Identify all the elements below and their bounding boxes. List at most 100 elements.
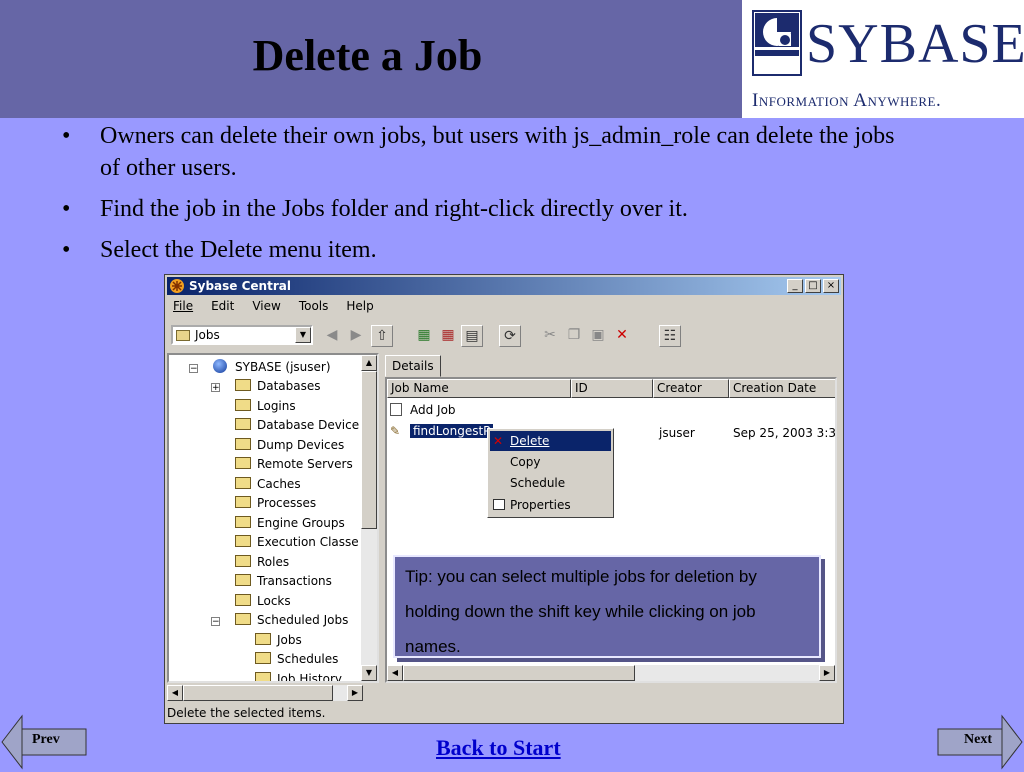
menu-file[interactable]: File <box>169 299 197 313</box>
column-header-creator[interactable]: Creator <box>653 379 729 398</box>
tree-item[interactable]: Logins <box>235 399 296 417</box>
back-to-start-link[interactable]: Back to Start <box>436 735 561 761</box>
connect-icon[interactable]: ▦ <box>413 325 435 347</box>
selected-job-name[interactable]: findLongestP <box>410 424 494 438</box>
copy-icon[interactable]: ❐ <box>563 325 585 347</box>
forward-arrow-icon[interactable]: ▶ <box>345 325 367 347</box>
tree-item[interactable]: Database Device <box>235 418 359 436</box>
scroll-thumb[interactable] <box>183 685 333 701</box>
scroll-right-icon[interactable]: ▶ <box>347 685 363 701</box>
menu-bar: File Edit View Tools Help <box>169 299 378 313</box>
delete-icon[interactable]: ✕ <box>611 325 633 347</box>
cut-icon[interactable]: ✂ <box>539 325 561 347</box>
context-menu-delete[interactable]: ✕ Delete <box>490 431 611 451</box>
window-title: Sybase Central <box>189 279 291 293</box>
folder-icon <box>176 330 190 341</box>
slide-header: Delete a Job SYBASE® Information Anywher… <box>0 0 1024 118</box>
tree-item[interactable]: Dump Devices <box>235 438 344 456</box>
tree-item[interactable]: Processes <box>235 496 316 514</box>
bullet-item: • Select the Delete menu item. <box>58 234 918 266</box>
server-icon <box>213 359 227 373</box>
window-titlebar[interactable]: Sybase Central _ □ × <box>167 277 841 295</box>
chevron-down-icon[interactable]: ▼ <box>295 327 311 343</box>
tab-details[interactable]: Details <box>385 355 441 377</box>
tree-item[interactable]: Roles <box>235 555 289 573</box>
sybase-logo: SYBASE® Information Anywhere. <box>742 0 1024 118</box>
status-bar: Delete the selected items. <box>167 706 326 720</box>
scroll-left-icon[interactable]: ◀ <box>387 665 403 681</box>
tree-item-scheduled-jobs[interactable]: Scheduled Jobs <box>235 613 348 631</box>
tree-item[interactable]: Caches <box>235 477 301 495</box>
properties-icon[interactable]: ☷ <box>659 325 681 347</box>
menu-view[interactable]: View <box>248 299 284 313</box>
tree-item[interactable]: Engine Groups <box>235 516 345 534</box>
scroll-down-icon[interactable]: ▼ <box>361 665 377 681</box>
folder-icon <box>235 496 251 508</box>
context-menu-schedule[interactable]: Schedule <box>490 473 611 493</box>
add-job-icon <box>390 403 402 416</box>
column-header-job-name[interactable]: Job Name <box>387 379 571 398</box>
tree-item[interactable]: Locks <box>235 594 291 612</box>
next-button[interactable]: Next <box>936 712 1024 772</box>
tree-item[interactable]: Execution Classe <box>235 535 359 553</box>
up-folder-icon[interactable]: ⇧ <box>371 325 393 347</box>
scroll-left-icon[interactable]: ◀ <box>167 685 183 701</box>
folder-icon <box>235 535 251 547</box>
job-icon: ✎ <box>390 424 401 438</box>
folder-icon <box>235 516 251 528</box>
folder-combo[interactable]: Jobs ▼ <box>171 325 313 345</box>
collapse-toggle[interactable]: − <box>189 364 198 374</box>
folder-icon <box>235 438 251 450</box>
console-icon[interactable]: ▤ <box>461 325 483 347</box>
scroll-right-icon[interactable]: ▶ <box>819 665 835 681</box>
scroll-thumb[interactable] <box>361 371 377 529</box>
prev-button[interactable]: Prev <box>0 712 88 772</box>
maximize-button[interactable]: □ <box>805 279 821 293</box>
tree-vertical-scrollbar[interactable]: ▲ ▼ <box>361 355 377 681</box>
column-header-id[interactable]: ID <box>571 379 653 398</box>
folder-icon <box>255 672 271 681</box>
column-header-creation-date[interactable]: Creation Date <box>729 379 835 398</box>
list-horizontal-scrollbar[interactable]: ◀ ▶ <box>387 665 835 681</box>
disconnect-icon[interactable]: ▦ <box>437 325 459 347</box>
minimize-button[interactable]: _ <box>787 279 803 293</box>
bullet-list: • Owners can delete their own jobs, but u… <box>58 120 918 275</box>
tree-item[interactable]: Remote Servers <box>235 457 353 475</box>
back-arrow-icon[interactable]: ◀ <box>321 325 343 347</box>
tree-item-sybase[interactable]: SYBASE (jsuser) <box>213 359 331 377</box>
folder-icon <box>235 613 251 625</box>
scroll-thumb[interactable] <box>403 665 635 681</box>
tree-horizontal-scrollbar[interactable]: ◀ ▶ <box>167 685 363 701</box>
folder-icon <box>235 418 251 430</box>
tree-item[interactable]: Schedules <box>255 652 338 670</box>
context-menu-properties[interactable]: Properties <box>490 495 611 515</box>
tree-item[interactable]: Transactions <box>235 574 332 592</box>
menu-tools[interactable]: Tools <box>295 299 333 313</box>
tree-item[interactable]: Databases <box>235 379 321 397</box>
collapse-toggle[interactable]: − <box>211 617 220 627</box>
tree-item[interactable]: Job History <box>255 672 342 681</box>
context-menu: ✕ Delete Copy Schedule Properties <box>487 428 614 518</box>
job-creator-cell: jsuser <box>659 426 695 440</box>
menu-edit[interactable]: Edit <box>207 299 238 313</box>
close-button[interactable]: × <box>823 279 839 293</box>
scroll-up-icon[interactable]: ▲ <box>361 355 377 371</box>
menu-help[interactable]: Help <box>342 299 377 313</box>
tip-box: Tip: you can select multiple jobs for de… <box>393 555 821 658</box>
job-creation-date-cell: Sep 25, 2003 3:32 <box>733 426 837 440</box>
folder-icon <box>255 652 271 664</box>
slide-title: Delete a Job <box>252 31 483 80</box>
tree-item-jobs[interactable]: Jobs <box>255 633 302 651</box>
folder-icon <box>235 555 251 567</box>
paste-icon[interactable]: ▣ <box>587 325 609 347</box>
bullet-dot: • <box>62 123 71 149</box>
folder-icon <box>235 477 251 489</box>
context-menu-copy[interactable]: Copy <box>490 452 611 472</box>
expand-toggle[interactable]: + <box>211 383 220 393</box>
delete-icon: ✕ <box>493 434 504 448</box>
list-item-job[interactable]: ✎ findLongestP <box>390 424 494 442</box>
bullet-dot: • <box>62 237 71 263</box>
list-item-add-job[interactable]: Add Job <box>390 403 456 421</box>
refresh-icon[interactable]: ⟳ <box>499 325 521 347</box>
folder-icon <box>235 457 251 469</box>
